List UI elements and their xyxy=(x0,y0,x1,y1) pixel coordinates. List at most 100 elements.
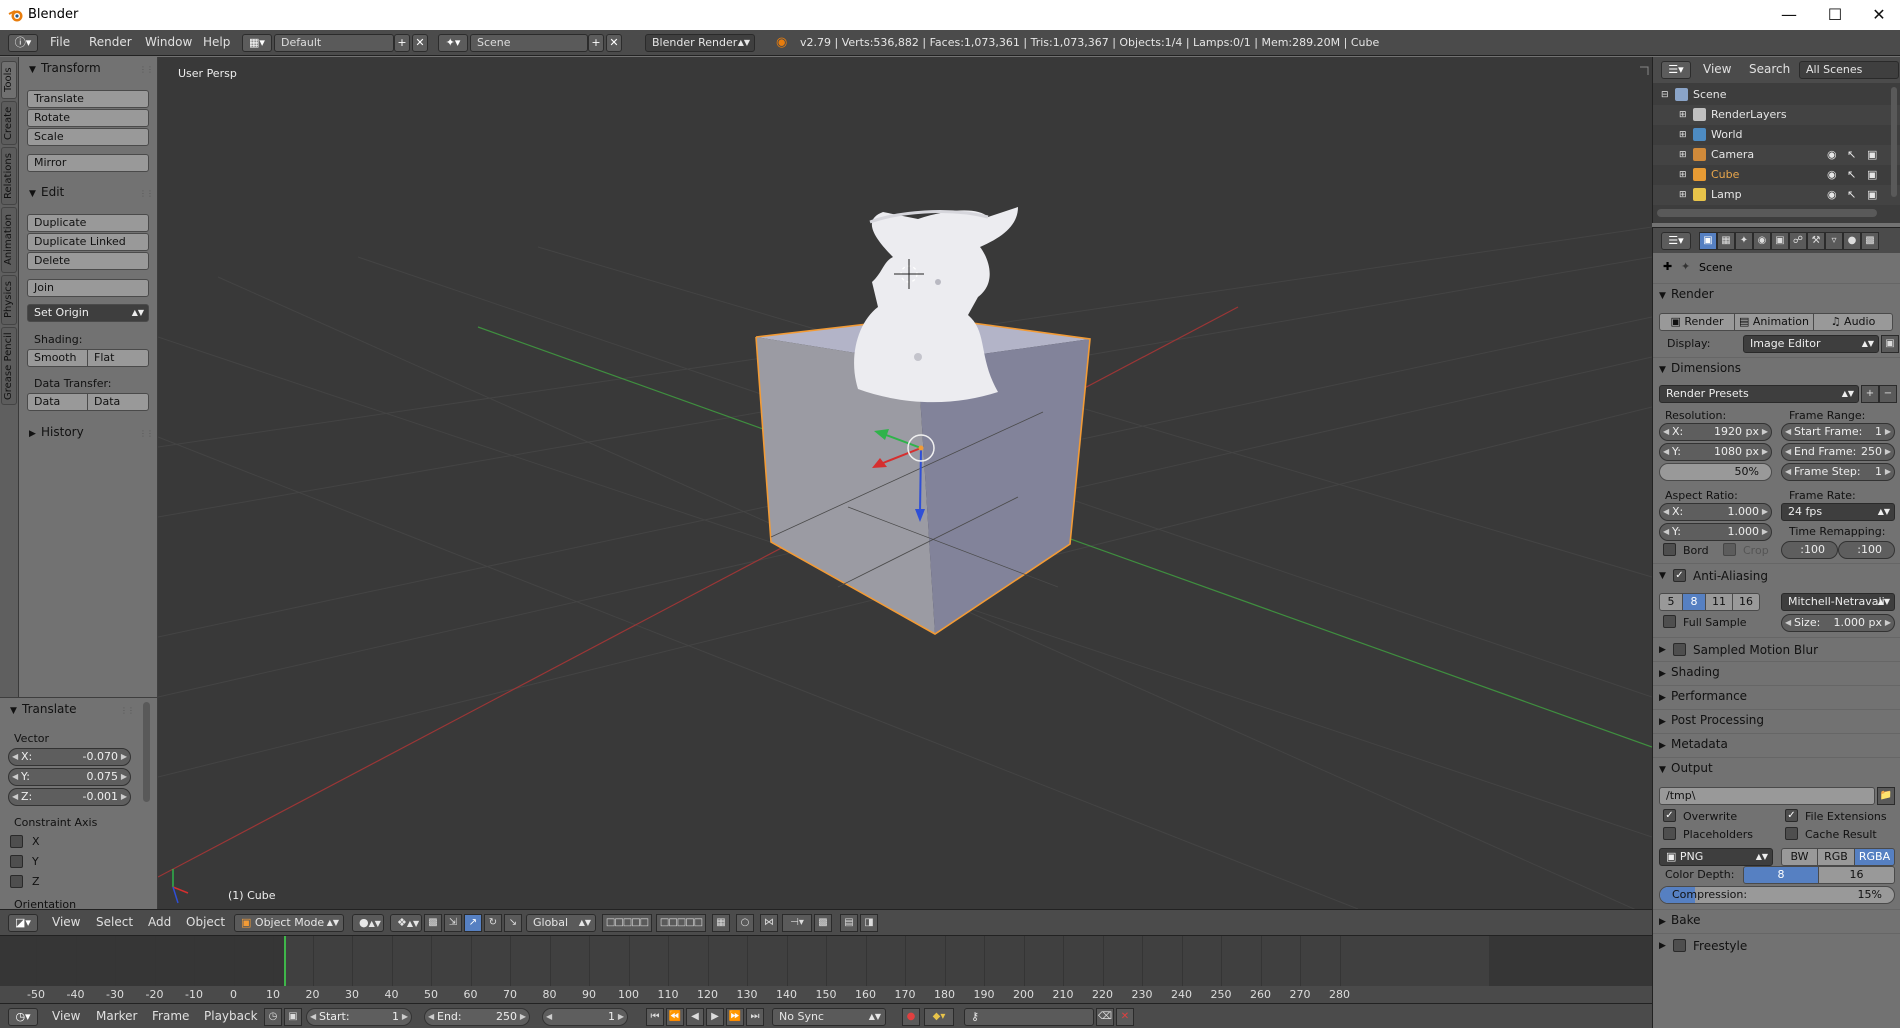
expand-toggle-icon[interactable]: ⊞ xyxy=(1679,125,1687,145)
menu-marker[interactable]: Marker xyxy=(96,1009,137,1023)
scale-button[interactable]: Scale xyxy=(27,128,149,146)
tab-animation[interactable]: Animation xyxy=(1,207,17,273)
crop-checkbox[interactable] xyxy=(1723,543,1736,556)
history-panel-header[interactable]: ▶ History xyxy=(29,425,84,439)
file-extensions-checkbox[interactable]: ✓ xyxy=(1785,809,1798,822)
anti-aliasing-panel-header[interactable]: ▼ xyxy=(1659,567,1671,581)
transform-orientation-select[interactable]: Global ▲▼ xyxy=(526,914,596,932)
color-mode-rgb[interactable]: RGB xyxy=(1817,848,1855,866)
color-mode-bw[interactable]: BW xyxy=(1781,848,1818,866)
maximize-button[interactable]: ☐ xyxy=(1812,0,1858,30)
freestyle-checkbox[interactable] xyxy=(1673,939,1686,952)
smooth-button[interactable]: Smooth xyxy=(27,349,88,367)
delete-keyframe-icon[interactable]: ✕ xyxy=(1116,1008,1134,1026)
edit-panel-header[interactable]: ▼ Edit xyxy=(29,185,64,199)
end-frame-field[interactable]: ◀ End: 250 ▶ xyxy=(424,1008,530,1026)
aspect-x-field[interactable]: ◀ X: 1.000 ▶ xyxy=(1659,503,1772,521)
render-panel-header[interactable]: ▼ Render xyxy=(1659,287,1714,301)
outliner-item-world[interactable]: ⊞ World xyxy=(1653,125,1900,145)
time-remap-old-field[interactable]: :100 xyxy=(1781,541,1838,559)
metadata-panel-header[interactable]: ▶ Metadata xyxy=(1659,737,1728,751)
menu-render[interactable]: Render xyxy=(89,35,132,49)
start-frame-field[interactable]: ◀ Start: 1 ▶ xyxy=(306,1008,412,1026)
outliner-display-mode-select[interactable]: All Scenes xyxy=(1799,61,1899,79)
panel-grip-icon[interactable]: ⋮⋮ xyxy=(139,429,154,438)
eye-icon[interactable]: ◉ xyxy=(1827,145,1837,165)
overwrite-checkbox[interactable]: ✓ xyxy=(1663,809,1676,822)
menu-timeline-view[interactable]: View xyxy=(52,1009,80,1023)
snap-toggle-icon[interactable]: ⋈ xyxy=(760,914,778,932)
aspect-y-field[interactable]: ◀ Y: 1.000 ▶ xyxy=(1659,523,1772,541)
color-mode-rgba[interactable]: RGBA xyxy=(1854,848,1895,866)
browse-folder-icon[interactable]: 📁 xyxy=(1877,787,1895,805)
timeline-editor[interactable]: -50 -40 -30 -20 -10 0 10 20 30 40 50 60 70 80 90 100 110… xyxy=(0,935,1652,1003)
pin-icon[interactable]: ✚ xyxy=(1663,260,1672,273)
tab-physics[interactable]: Physics xyxy=(1,275,17,325)
screen-layout-icon[interactable]: ▦▾ xyxy=(242,34,272,52)
bake-panel-header[interactable]: ▶ Bake xyxy=(1659,913,1701,927)
editor-type-outliner-icon[interactable]: ☰▾ xyxy=(1661,61,1691,79)
flat-button[interactable]: Flat xyxy=(87,349,149,367)
add-preset-icon[interactable]: + xyxy=(1861,385,1879,403)
render-layers-context-icon[interactable]: ▦ xyxy=(1717,232,1735,250)
color-depth-8[interactable]: 8 xyxy=(1743,866,1819,884)
layers-row-2-icon[interactable]: □□□□□ xyxy=(656,914,706,932)
cache-result-checkbox[interactable] xyxy=(1785,827,1798,840)
menu-file[interactable]: File xyxy=(50,35,70,49)
render-preview-icon[interactable]: ▤ xyxy=(840,914,858,932)
performance-panel-header[interactable]: ▶ Performance xyxy=(1659,689,1747,703)
proportional-edit-icon[interactable]: ○ xyxy=(736,914,754,932)
vector-x-field[interactable]: ◀ X: -0.070 ▶ xyxy=(8,748,131,766)
render-button[interactable]: ▣ Render xyxy=(1659,313,1735,331)
menu-object[interactable]: Object xyxy=(186,915,225,929)
lock-layers-icon[interactable]: ▦ xyxy=(712,914,730,932)
limit-selection-icon[interactable]: ▩ xyxy=(424,914,442,932)
outliner-item-cube[interactable]: ⊞ Cube ◉ ↖ ▣ xyxy=(1653,165,1900,185)
render-toggle-icon[interactable]: ▣ xyxy=(1867,185,1877,205)
cursor-select-icon[interactable]: ↖ xyxy=(1847,165,1856,185)
expand-toggle-icon[interactable]: ⊞ xyxy=(1679,105,1687,125)
dimensions-panel-header[interactable]: ▼ Dimensions xyxy=(1659,361,1741,375)
render-presets-select[interactable]: Render Presets ▲▼ xyxy=(1659,385,1859,403)
constraint-z-checkbox[interactable] xyxy=(10,875,23,888)
translate-operator-header[interactable]: ▼ Translate xyxy=(10,702,77,716)
cursor-select-icon[interactable]: ↖ xyxy=(1847,145,1856,165)
keying-mode-icon[interactable]: ◆▾ xyxy=(924,1008,954,1026)
freestyle-panel-header[interactable]: ▶ xyxy=(1659,937,1671,951)
vector-y-field[interactable]: ◀ Y: 0.075 ▶ xyxy=(8,768,131,786)
outliner-vertical-scrollbar[interactable] xyxy=(1891,87,1897,197)
cursor-select-icon[interactable]: ↖ xyxy=(1847,185,1856,205)
timeline-current-frame-cursor[interactable] xyxy=(284,936,286,988)
timeline-ruler[interactable]: -50 -40 -30 -20 -10 0 10 20 30 40 50 60 70 80 90 100 110… xyxy=(0,986,1652,1003)
menu-view[interactable]: View xyxy=(52,915,80,929)
outliner-item-scene[interactable]: ⊟ Scene xyxy=(1653,85,1900,105)
world-context-icon[interactable]: ◉ xyxy=(1753,232,1771,250)
outliner[interactable]: ⊟ Scene ⊞ RenderLayers ⊞ World ⊞ Camera ◉ ↖ ▣ ⊞ Cube… xyxy=(1652,83,1900,223)
shading-panel-header[interactable]: ▶ Shading xyxy=(1659,665,1720,679)
tab-grease-pencil[interactable]: Grease Pencil xyxy=(1,327,17,405)
menu-select[interactable]: Select xyxy=(96,915,133,929)
texture-context-icon[interactable]: ▩ xyxy=(1861,232,1879,250)
tab-create[interactable]: Create xyxy=(1,101,17,145)
vector-z-field[interactable]: ◀ Z: -0.001 ▶ xyxy=(8,788,131,806)
scale-manipulator-icon[interactable]: ↘ xyxy=(504,914,522,932)
outliner-horizontal-scrollbar[interactable] xyxy=(1657,209,1877,217)
manipulator-toggle-icon[interactable]: ⇲ xyxy=(444,914,462,932)
interaction-mode-select[interactable]: ▣ Object Mode ▲▼ xyxy=(234,914,344,932)
aa-filter-select[interactable]: Mitchell-Netravali ▲▼ xyxy=(1781,593,1895,611)
viewport-corner-widget-icon[interactable] xyxy=(1640,66,1649,75)
full-sample-checkbox[interactable] xyxy=(1663,615,1676,628)
close-window-button[interactable]: ✕ xyxy=(1856,0,1900,30)
start-frame-property-field[interactable]: ◀ Start Frame: 1 ▶ xyxy=(1781,423,1895,441)
frame-rate-select[interactable]: 24 fps ▲▼ xyxy=(1781,503,1895,521)
expand-toggle-icon[interactable]: ⊞ xyxy=(1679,185,1687,205)
keying-set-field[interactable]: ⚷ xyxy=(964,1008,1094,1026)
record-auto-keying-icon[interactable]: ● xyxy=(902,1008,920,1026)
viewport-canvas[interactable] xyxy=(158,57,1652,909)
menu-playback[interactable]: Playback xyxy=(204,1009,258,1023)
translate-manipulator-icon[interactable]: ↗ xyxy=(464,914,482,932)
resolution-x-field[interactable]: ◀ X: 1920 px ▶ xyxy=(1659,423,1772,441)
scene-field[interactable]: Scene xyxy=(470,34,588,52)
panel-grip-icon[interactable]: ⋮⋮ xyxy=(120,706,135,715)
eye-icon[interactable]: ◉ xyxy=(1827,185,1837,205)
